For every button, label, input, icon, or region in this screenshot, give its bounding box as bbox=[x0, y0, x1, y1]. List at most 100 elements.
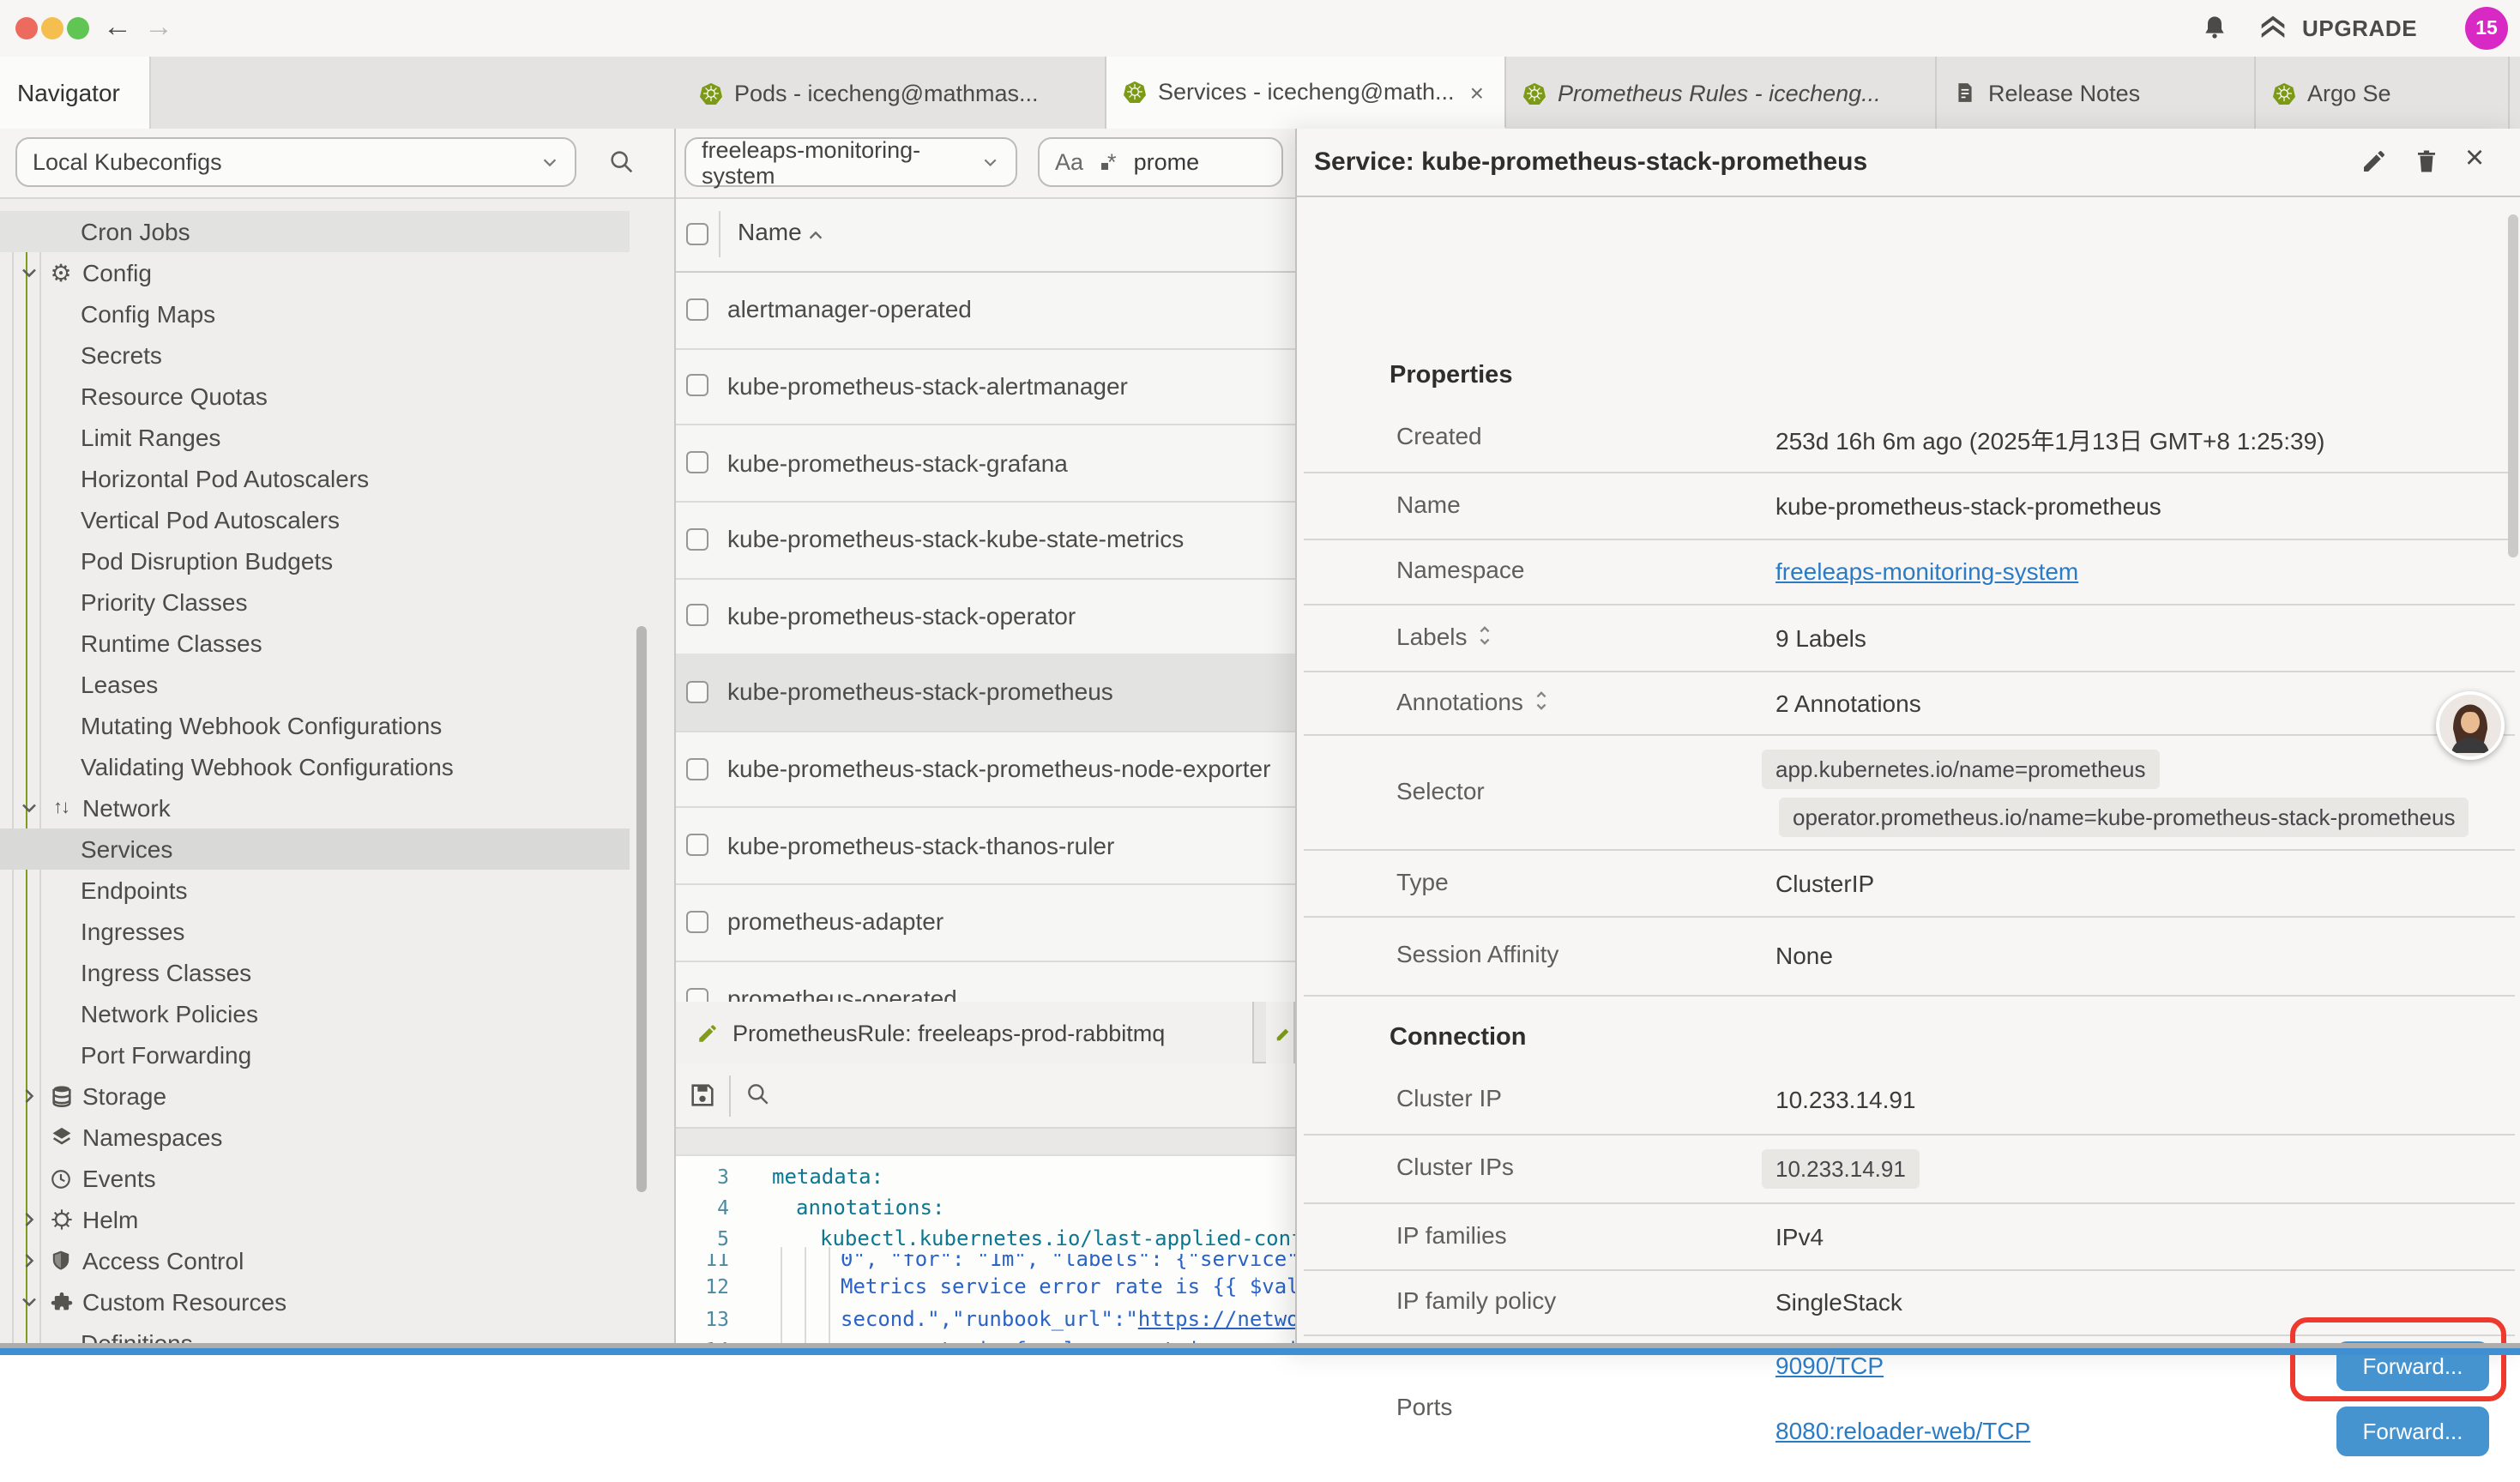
sidebar-item-endpoints[interactable]: Endpoints bbox=[0, 870, 630, 911]
sidebar-item-vertical-pod-autoscalers[interactable]: Vertical Pod Autoscalers bbox=[0, 499, 630, 540]
sidebar-item-validating-webhook-configurations[interactable]: Validating Webhook Configurations bbox=[0, 746, 630, 787]
sidebar-item-access-control[interactable]: Access Control bbox=[0, 1240, 630, 1281]
service-row-kube-prometheus-stack-prometheus[interactable]: kube-prometheus-stack-prometheus bbox=[676, 654, 1295, 732]
sidebar-item-namespaces[interactable]: Namespaces bbox=[0, 1117, 630, 1158]
match-case-toggle[interactable]: Aa bbox=[1055, 149, 1083, 175]
user-avatar[interactable] bbox=[2436, 691, 2505, 760]
property-row-name: Namekube-prometheus-stack-prometheus bbox=[1304, 472, 2515, 539]
row-checkbox[interactable] bbox=[686, 605, 708, 627]
code-url[interactable]: https://netwo bbox=[1138, 1307, 1295, 1331]
sidebar-scrollbar[interactable] bbox=[636, 626, 647, 1192]
service-row-kube-prometheus-stack-grafana[interactable]: kube-prometheus-stack-grafana bbox=[676, 425, 1295, 503]
tab-release-notes[interactable]: Release Notes bbox=[1937, 57, 2256, 129]
namespace-selector[interactable]: freeleaps-monitoring-system bbox=[684, 137, 1017, 187]
row-checkbox[interactable] bbox=[686, 298, 708, 321]
service-name: kube-prometheus-stack-alertmanager bbox=[727, 372, 1290, 400]
tab-prometheus-rules-icecheng[interactable]: Prometheus Rules - icecheng... bbox=[1506, 57, 1937, 129]
port-link[interactable]: 9090/TCP bbox=[1775, 1352, 1884, 1379]
chevron-right-icon[interactable] bbox=[19, 1086, 39, 1106]
sidebar-item-secrets[interactable]: Secrets bbox=[0, 334, 630, 376]
sidebar-item-resource-quotas[interactable]: Resource Quotas bbox=[0, 376, 630, 417]
row-checkbox[interactable] bbox=[686, 527, 708, 550]
close-window-button[interactable] bbox=[15, 17, 38, 39]
sort-updown-icon[interactable] bbox=[1476, 624, 1495, 647]
sidebar-item-network[interactable]: ↑↓Network bbox=[0, 787, 630, 828]
sort-updown-icon[interactable] bbox=[1532, 690, 1551, 712]
sidebar-item-leases[interactable]: Leases bbox=[0, 664, 630, 705]
service-name: kube-prometheus-stack-prometheus bbox=[727, 678, 1290, 706]
sidebar-item-cron-jobs[interactable]: Cron Jobs bbox=[0, 211, 630, 252]
save-icon[interactable] bbox=[688, 1081, 717, 1110]
service-row-kube-prometheus-stack-prometheus-node-exporter[interactable]: kube-prometheus-stack-prometheus-node-ex… bbox=[676, 731, 1295, 809]
editor-tab-partial[interactable] bbox=[1266, 1002, 1295, 1063]
namespace-link[interactable]: freeleaps-monitoring-system bbox=[1775, 557, 2078, 585]
editor-search-icon[interactable] bbox=[745, 1081, 772, 1108]
service-row-kube-prometheus-stack-thanos-ruler[interactable]: kube-prometheus-stack-thanos-ruler bbox=[676, 807, 1295, 885]
select-all-checkbox[interactable] bbox=[686, 223, 708, 245]
service-row-kube-prometheus-stack-alertmanager[interactable]: kube-prometheus-stack-alertmanager bbox=[676, 347, 1295, 425]
kubernetes-icon bbox=[700, 81, 722, 104]
chevron-down-icon[interactable] bbox=[19, 1292, 39, 1312]
sort-ascending-icon[interactable] bbox=[806, 226, 825, 245]
row-checkbox[interactable] bbox=[686, 451, 708, 473]
tab-services-icecheng-math[interactable]: Services - icecheng@math...× bbox=[1106, 57, 1506, 129]
sidebar-item-helm[interactable]: Helm bbox=[0, 1199, 630, 1240]
chevron-down-icon[interactable] bbox=[19, 798, 39, 818]
sidebar-item-events[interactable]: Events bbox=[0, 1158, 630, 1199]
service-row-alertmanager-operated[interactable]: alertmanager-operated bbox=[676, 271, 1295, 349]
tab-close-icon[interactable]: × bbox=[1467, 78, 1487, 105]
row-checkbox[interactable] bbox=[686, 911, 708, 933]
sidebar-item-network-policies[interactable]: Network Policies bbox=[0, 993, 630, 1034]
regex-toggle[interactable]: * bbox=[1100, 149, 1117, 175]
sidebar-item-runtime-classes[interactable]: Runtime Classes bbox=[0, 623, 630, 664]
sidebar-item-config-maps[interactable]: Config Maps bbox=[0, 293, 630, 334]
chevron-down-icon[interactable] bbox=[19, 262, 39, 283]
editor-tab-prometheusrule[interactable]: PrometheusRule: freeleaps-prod-rabbitmq bbox=[676, 1002, 1254, 1063]
sidebar-item-config[interactable]: ⚙Config bbox=[0, 252, 630, 293]
service-row-prometheus-adapter[interactable]: prometheus-adapter bbox=[676, 883, 1295, 961]
upgrade-button[interactable]: UPGRADE bbox=[2302, 15, 2417, 41]
sidebar-item-port-forwarding[interactable]: Port Forwarding bbox=[0, 1034, 630, 1075]
name-column-header[interactable]: Name bbox=[738, 218, 802, 245]
port-link[interactable]: 8080:reloader-web/TCP bbox=[1775, 1417, 2030, 1444]
row-checkbox[interactable] bbox=[686, 375, 708, 397]
sidebar-item-horizontal-pod-autoscalers[interactable]: Horizontal Pod Autoscalers bbox=[0, 458, 630, 499]
sidebar-item-storage[interactable]: Storage bbox=[0, 1075, 630, 1117]
panel-scrollbar[interactable] bbox=[2508, 214, 2518, 557]
yaml-editor[interactable]: 3metadata:4annotations:5kubectl.kubernet… bbox=[676, 1156, 1295, 1355]
bell-icon[interactable] bbox=[2201, 14, 2228, 41]
service-detail-panel: Service: kube-prometheus-stack-prometheu… bbox=[1295, 129, 2520, 1355]
notification-count-badge[interactable]: 15 bbox=[2465, 7, 2508, 50]
edit-icon[interactable] bbox=[2360, 148, 2388, 175]
delete-icon[interactable] bbox=[2414, 148, 2439, 175]
search-icon[interactable] bbox=[607, 148, 636, 177]
search-filter-input[interactable]: Aa * prome bbox=[1038, 137, 1283, 187]
tab-argo-se[interactable]: Argo Se bbox=[2256, 57, 2510, 129]
chevron-right-icon[interactable] bbox=[19, 1250, 39, 1271]
layers-icon bbox=[48, 1124, 74, 1150]
zoom-window-button[interactable] bbox=[67, 17, 89, 39]
service-row-kube-prometheus-stack-operator[interactable]: kube-prometheus-stack-operator bbox=[676, 577, 1295, 655]
sidebar-item-limit-ranges[interactable]: Limit Ranges bbox=[0, 417, 630, 458]
close-panel-icon[interactable]: × bbox=[2465, 141, 2484, 178]
back-arrow-icon[interactable]: ← bbox=[103, 10, 132, 45]
sidebar-item-services[interactable]: Services bbox=[0, 828, 630, 870]
forward-arrow-icon[interactable]: → bbox=[144, 10, 173, 45]
minimize-window-button[interactable] bbox=[41, 17, 63, 39]
kubeconfig-selector[interactable]: Local Kubeconfigs bbox=[15, 137, 576, 187]
sidebar-item-custom-resources[interactable]: Custom Resources bbox=[0, 1281, 630, 1322]
sidebar-item-ingress-classes[interactable]: Ingress Classes bbox=[0, 952, 630, 993]
tab-pods-icecheng-mathmas[interactable]: Pods - icecheng@mathmas... bbox=[683, 57, 1106, 129]
row-checkbox[interactable] bbox=[686, 834, 708, 857]
row-checkbox[interactable] bbox=[686, 757, 708, 780]
forward-button[interactable]: Forward... bbox=[2336, 1407, 2489, 1456]
sidebar-item-pod-disruption-budgets[interactable]: Pod Disruption Budgets bbox=[0, 540, 630, 581]
sidebar-item-ingresses[interactable]: Ingresses bbox=[0, 911, 630, 952]
sidebar-item-priority-classes[interactable]: Priority Classes bbox=[0, 581, 630, 623]
chevron-right-icon[interactable] bbox=[19, 1209, 39, 1230]
navigator-tab[interactable]: Navigator bbox=[0, 57, 151, 129]
row-checkbox[interactable] bbox=[686, 681, 708, 703]
service-row-kube-prometheus-stack-kube-state-metrics[interactable]: kube-prometheus-stack-kube-state-metrics bbox=[676, 501, 1295, 579]
upgrade-icon[interactable] bbox=[2258, 14, 2288, 41]
sidebar-item-mutating-webhook-configurations[interactable]: Mutating Webhook Configurations bbox=[0, 705, 630, 746]
